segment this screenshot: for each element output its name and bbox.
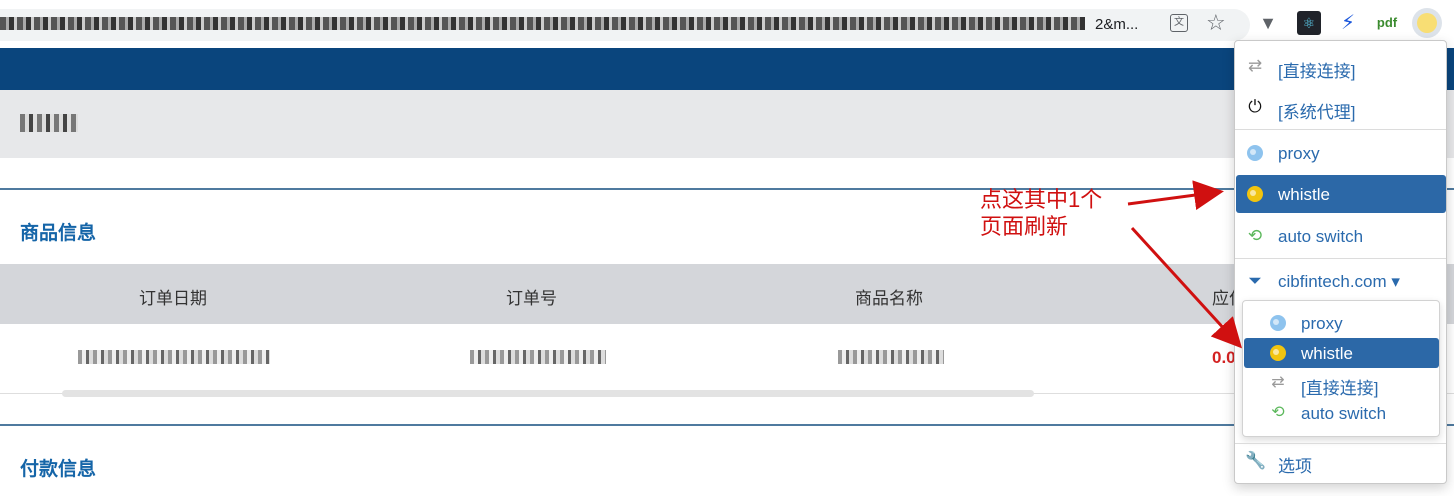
menu-item-domain-rule[interactable]: ⏷ cibfintech.com ▾ [1236,262,1446,300]
pdf-extension-icon[interactable]: pdf [1375,11,1399,35]
menu-item-system-proxy[interactable]: ⏻ [系统代理] [1236,88,1446,126]
exchange-icon: ⇄ [1271,374,1285,391]
filter-icon: ⏷ [1248,271,1262,290]
menu-item-label: [系统代理] [1278,103,1356,122]
wrench-icon: 🔧 [1245,451,1267,470]
translate-icon[interactable]: 文 [1170,14,1188,32]
menu-divider [1235,129,1446,130]
globe-icon [1268,313,1288,333]
url-redacted [0,17,1085,30]
redacted-title [20,114,78,132]
submenu-item-label: whistle [1301,344,1353,363]
submenu-item-auto-switch[interactable]: ⟲ auto switch [1244,398,1439,428]
menu-divider [1235,258,1446,259]
address-bar[interactable] [0,9,1250,41]
url-suffix: 2&m... [1095,16,1139,33]
horizontal-scrollbar[interactable] [62,390,1034,397]
globe-icon [1268,343,1288,363]
submenu-item-whistle[interactable]: whistle [1244,338,1439,368]
amount-value: 0.0 [1212,348,1236,367]
column-header-order-date: 订单日期 [139,289,207,308]
redacted-product-name [838,350,944,364]
menu-item-label: proxy [1278,144,1320,163]
vue-devtools-icon[interactable]: ▼ [1256,11,1280,35]
retweet-icon: ⟲ [1271,404,1285,421]
submenu-item-direct[interactable]: ⇄ [直接连接] [1244,368,1439,398]
retweet-icon: ⟲ [1247,226,1263,245]
globe-icon [1245,143,1265,163]
globe-icon [1245,184,1265,204]
column-header-product-name: 商品名称 [855,289,923,308]
submenu-item-label: auto switch [1301,404,1387,423]
menu-item-label: auto switch [1278,227,1364,246]
menu-item-label: 选项 [1278,457,1312,476]
annotation-line-2: 页面刷新 [980,214,1069,239]
proxy-switch-popup: ⇄ [直接连接] ⏻ [系统代理] proxy whistle ⟲ auto s… [1234,40,1447,484]
react-devtools-icon[interactable]: ⚛ [1297,11,1321,35]
annotation-line-1: 点这其中1个 [980,187,1103,212]
redacted-order-date [78,350,270,364]
proxy-switch-extension-icon[interactable] [1412,8,1442,38]
menu-item-direct[interactable]: ⇄ [直接连接] [1236,47,1446,85]
menu-item-label: [直接连接] [1278,62,1356,81]
menu-item-auto-switch[interactable]: ⟲ auto switch [1236,217,1446,255]
annotation-note: 点这其中1个 页面刷新 [980,186,1102,240]
section-title-product: 商品信息 [20,223,97,244]
power-icon: ⏻ [1248,97,1262,116]
submenu-item-label: proxy [1301,314,1343,333]
domain-profile-submenu: proxy whistle ⇄ [直接连接] ⟲ auto switch [1242,300,1440,437]
menu-item-label: whistle [1278,185,1330,204]
menu-item-label: cibfintech.com ▾ [1278,272,1400,291]
url-text [0,16,1085,33]
column-header-order-number: 订单号 [506,289,557,308]
submenu-item-label: [直接连接] [1301,379,1379,398]
menu-item-options[interactable]: 🔧 选项 [1236,442,1446,480]
submenu-item-proxy[interactable]: proxy [1244,308,1439,338]
chevron-down-icon: ▾ [1391,272,1400,291]
exchange-icon: ⇄ [1247,56,1263,75]
bookmark-star-icon[interactable]: ☆ [1206,10,1226,36]
menu-item-proxy[interactable]: proxy [1236,134,1446,172]
bolt-extension-icon[interactable]: ⚡ [1336,11,1360,35]
redacted-order-number [470,350,606,364]
section-title-payment: 付款信息 [20,459,97,480]
menu-item-whistle[interactable]: whistle [1236,175,1446,213]
